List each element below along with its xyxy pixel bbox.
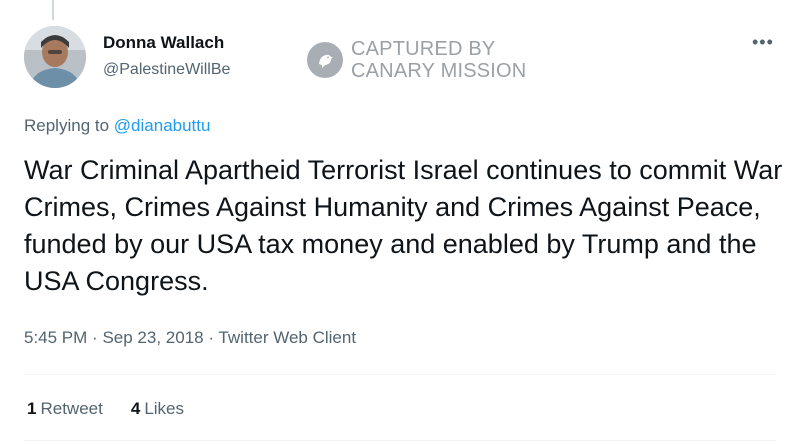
- tweet-stats: 1 Retweet 4 Likes: [27, 399, 184, 419]
- author-display-name[interactable]: Donna Wallach: [103, 33, 224, 53]
- author-handle[interactable]: @PalestineWillBe: [103, 61, 230, 79]
- reply-mention-link[interactable]: @dianabuttu: [114, 116, 211, 135]
- likes-stat[interactable]: 4 Likes: [131, 399, 184, 419]
- avatar-image: [24, 26, 86, 88]
- meta-separator: ·: [208, 328, 215, 347]
- divider: [24, 374, 776, 375]
- thread-connector-line: [52, 0, 54, 20]
- meta-separator: ·: [92, 328, 98, 347]
- tweet-date[interactable]: Sep 23, 2018: [102, 328, 203, 347]
- retweets-count: 1: [27, 399, 37, 418]
- likes-count: 4: [130, 399, 141, 418]
- watermark-line-2: CANARY MISSION: [351, 60, 527, 82]
- watermark-text: CAPTURED BY CANARY MISSION: [351, 38, 526, 82]
- tweet-metadata: 5:45 PM · Sep 23, 2018 · Twitter Web Cli…: [24, 328, 356, 348]
- canary-bird-icon: [307, 42, 343, 78]
- divider: [24, 440, 776, 441]
- retweets-label: Retweet: [40, 399, 103, 418]
- more-options-button[interactable]: •••: [752, 32, 774, 53]
- tweet-body-text: War Criminal Apartheid Terrorist Israel …: [24, 155, 783, 296]
- more-horizontal-icon: •••: [752, 32, 774, 52]
- avatar[interactable]: [24, 26, 86, 88]
- replying-to-line: Replying to @dianabuttu: [24, 116, 210, 136]
- tweet-client-link[interactable]: Twitter Web Client: [218, 328, 356, 347]
- replying-to-label: Replying to: [24, 116, 110, 135]
- retweets-stat[interactable]: 1 Retweet: [27, 399, 103, 419]
- watermark-line-1: CAPTURED BY: [351, 38, 496, 60]
- tweet-time[interactable]: 5:45 PM: [24, 328, 87, 347]
- likes-label: Likes: [144, 399, 184, 418]
- capture-watermark: CAPTURED BY CANARY MISSION: [307, 38, 526, 82]
